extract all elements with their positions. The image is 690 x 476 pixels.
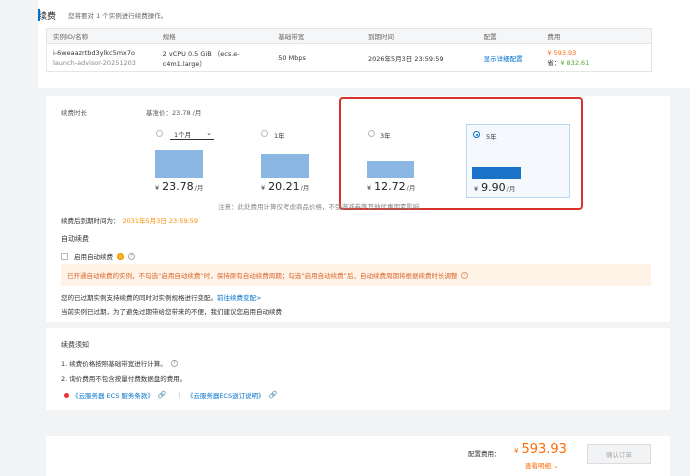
instance-bandwidth: 50 Mbps xyxy=(278,53,306,62)
instance-spec: 2 vCPU 0.5 GiB （ecs.e-c4m1.large） xyxy=(162,49,240,68)
ecs-terms-link[interactable]: 《云服务器 ECS 服务条款》 xyxy=(72,390,154,400)
col-spec: 规格 xyxy=(162,33,176,41)
plan-bar-1-month xyxy=(155,150,203,178)
external-link-icon: 🔗 xyxy=(157,391,167,399)
show-config-link[interactable]: 显示详细配置 xyxy=(484,55,523,63)
notice-item-1-text: 1. 续费价格按照基础带宽进行计算。 xyxy=(61,360,167,368)
instance-cell: i-6weaazrtbd3ylkc5mx7o launch-advisor-20… xyxy=(47,48,163,68)
table-row: i-6weaazrtbd3ylkc5mx7o launch-advisor-20… xyxy=(47,44,651,71)
plan-bar-1-year xyxy=(261,154,309,178)
footer-fee: ¥593.93 xyxy=(514,442,567,457)
currency-symbol: ¥ xyxy=(155,184,160,192)
section-header: 续费 您将要对 1 个实例进行续费操作。 xyxy=(38,8,167,22)
fee-cell: ¥ 593.93 省：¥ 832.61 xyxy=(547,48,651,68)
price-unit: /月 xyxy=(194,184,204,192)
external-link-icon: 🔗 xyxy=(268,391,278,399)
info-line-1: 您的已过期实例支持续费的同时对实例规格进行变配。前往续费变配> xyxy=(61,292,261,302)
pin-icon xyxy=(64,392,69,398)
footer-fee-value: 593.93 xyxy=(521,442,567,457)
fee-detail-link[interactable]: 查看明细 ⌄ xyxy=(525,460,559,470)
confirm-order-button[interactable]: 确认订单 xyxy=(587,444,651,464)
plan-price-1-year: ¥20.21/月 xyxy=(261,180,309,193)
section-accent-bar xyxy=(38,9,40,21)
page-title: 续费 xyxy=(38,11,57,22)
help-icon[interactable]: ? xyxy=(128,252,135,260)
duration-label: 续费时长 xyxy=(61,109,87,117)
fee-detail-text: 查看明细 xyxy=(525,462,551,470)
expire-after-value: 2031年5月3日 23:59:59 xyxy=(122,217,199,225)
highlight-box xyxy=(339,97,583,210)
coin-icon xyxy=(117,252,124,260)
col-config: 配置 xyxy=(483,33,497,41)
auto-renew-checkbox[interactable] xyxy=(61,252,68,260)
footer-bar xyxy=(46,436,670,476)
expire-after-label: 续费后到期时间为： xyxy=(61,217,120,225)
notice-links: 《云服务器 ECS 服务条款》 🔗 | 《云服务器ECS退订说明》 🔗 xyxy=(64,390,283,400)
instance-table: 实例ID/名称 规格 基础带宽 到期时间 配置 费用 i-6weaazrtbd3… xyxy=(46,28,652,72)
auto-renew-warning: 已开通自动续费的实例，不勾选“启用自动续费”时，保持原有自动续费周期；勾选“启用… xyxy=(61,264,651,286)
fee-original: ¥ 593.93 xyxy=(547,48,577,57)
price-note: 注意：此处费用计算仅考虑商品价格，不受满减券等其他优惠因素影响 xyxy=(218,203,420,211)
footer-currency: ¥ xyxy=(514,447,519,455)
go-change-spec-link[interactable]: 前往续费变配> xyxy=(217,294,261,302)
auto-renew-title: 自动续费 xyxy=(61,235,89,243)
instance-name: launch-advisor-20251203 xyxy=(53,58,136,67)
help-icon[interactable]: ? xyxy=(170,359,178,367)
col-id-name: 实例ID/名称 xyxy=(53,33,89,41)
notice-title: 续费须知 xyxy=(61,341,89,349)
base-price: 基准价：23.78 /月 xyxy=(146,109,202,117)
plan-price-1-month: ¥23.78/月 xyxy=(155,180,203,193)
month-select-value: 1个月 xyxy=(174,130,192,139)
currency-symbol: ¥ xyxy=(261,184,266,192)
instance-id: i-6weaazrtbd3ylkc5mx7o xyxy=(53,48,136,57)
price-value: 23.78 xyxy=(162,180,194,193)
ecs-refund-link[interactable]: 《云服务器ECS退订说明》 xyxy=(187,390,265,400)
col-bandwidth: 基础带宽 xyxy=(278,33,305,41)
warning-text: 已开通自动续费的实例，不勾选“启用自动续费”时，保持原有自动续费周期；勾选“启用… xyxy=(67,272,458,280)
table-header: 实例ID/名称 规格 基础带宽 到期时间 配置 费用 xyxy=(47,29,651,44)
auto-renew-label[interactable]: 启用自动续费 xyxy=(74,251,113,261)
fee-save: 省：¥ 832.61 xyxy=(547,58,651,68)
expire-after: 续费后到期时间为： 2031年5月3日 23:59:59 xyxy=(61,215,198,225)
footer-fee-label: 配置费用： xyxy=(468,450,501,458)
month-select[interactable]: 1个月 ⌄ xyxy=(170,128,214,140)
plan-1-month[interactable]: 1个月 ⌄ ¥23.78/月 xyxy=(150,124,254,198)
page-subtitle: 您将要对 1 个实例进行续费操作。 xyxy=(68,12,168,20)
info-line-2: 当前实例已过期，为了避免过期带给您带来的不便，我们建议您启用自动续费 xyxy=(61,308,282,316)
price-unit: /月 xyxy=(300,184,310,192)
fee-save-label: 省： xyxy=(547,58,561,67)
info-text-1: 您的已过期实例支持续费的同时对实例规格进行变配。 xyxy=(61,294,217,302)
chevron-down-icon: ⌄ xyxy=(553,462,559,470)
divider: | xyxy=(178,391,181,399)
plan-label-1-year: 1年 xyxy=(274,132,285,140)
auto-renew-row: 启用自动续费 ? xyxy=(61,251,135,261)
plan-radio-1-month[interactable] xyxy=(156,130,163,137)
price-value: 20.21 xyxy=(268,180,300,193)
chevron-down-icon: ⌄ xyxy=(206,129,212,137)
fee-save-value: ¥ 832.61 xyxy=(560,58,590,67)
col-expire: 到期时间 xyxy=(367,33,394,41)
col-fee: 费用 xyxy=(547,33,561,41)
plan-radio-1-year[interactable] xyxy=(261,130,268,137)
notice-item-2: 2. 询价费用不包含按量付费数据盘的费用。 xyxy=(61,375,187,383)
help-icon[interactable]: ? xyxy=(461,271,469,279)
notice-item-1: 1. 续费价格按照基础带宽进行计算。? xyxy=(61,358,178,368)
instance-expire: 2026年5月3日 23:59:59 xyxy=(367,54,444,63)
